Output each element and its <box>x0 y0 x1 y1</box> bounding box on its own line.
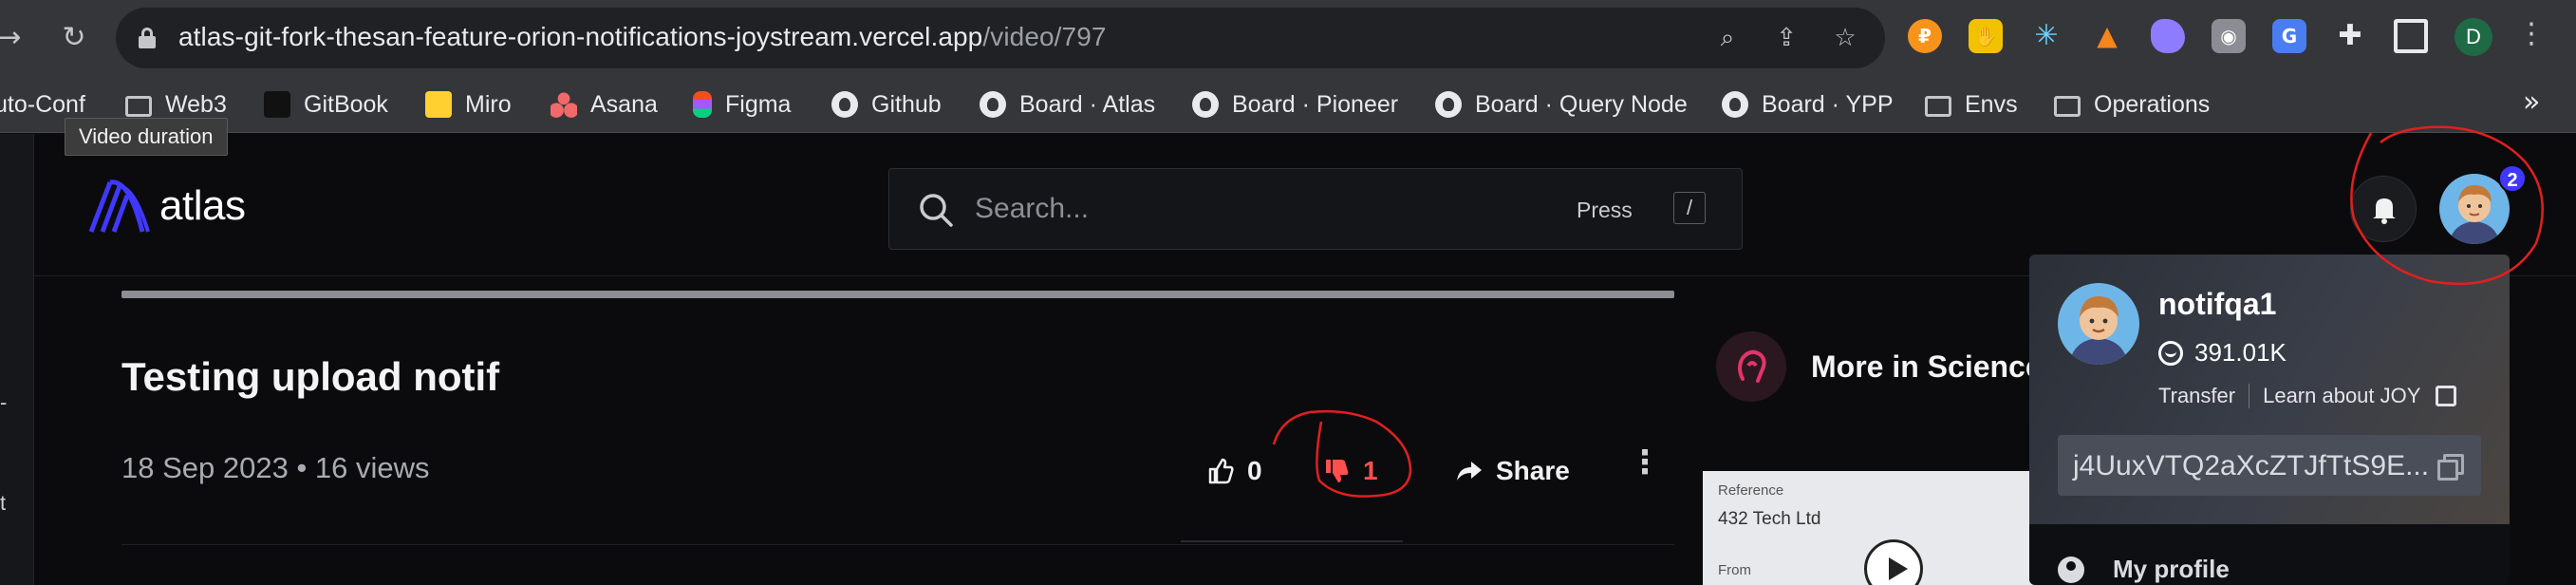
figma-icon <box>693 91 712 118</box>
bookmark-envs[interactable]: Envs <box>1925 89 2018 120</box>
transfer-link[interactable]: Transfer <box>2158 384 2235 408</box>
browser-toolbar: → ↻ atlas-git-fork-thesan-feature-orion-… <box>0 0 2576 76</box>
bookmark-figma[interactable]: Figma <box>693 89 791 120</box>
member-dropdown-header: notifqa1 391.01K Transfer Learn about JO… <box>2029 255 2510 524</box>
member-avatar <box>2058 283 2139 365</box>
logo-text: atlas <box>159 182 246 229</box>
share-page-icon[interactable]: ⇪ <box>1767 19 1805 57</box>
bookmark-miro[interactable]: Miro <box>425 89 512 120</box>
bookmark-asana[interactable]: Asana <box>551 89 658 120</box>
atlas-logo-icon <box>88 179 150 233</box>
address-bar[interactable]: atlas-git-fork-thesan-feature-orion-noti… <box>116 8 1885 68</box>
shortcut-key: / <box>1673 192 1706 224</box>
lock-icon[interactable] <box>139 28 156 48</box>
like-button[interactable]: 0 <box>1207 451 1262 491</box>
translate-extension-icon[interactable]: G <box>2272 19 2306 53</box>
asana-icon <box>551 91 577 118</box>
bookmark-board-pioneer[interactable]: Board · Pioneer <box>1192 89 1398 120</box>
folder-icon <box>1925 96 1951 117</box>
press-label: Press <box>1577 198 1633 222</box>
share-icon <box>1457 462 1482 481</box>
more-options-icon[interactable]: ⋮ <box>1629 443 1661 481</box>
bookmark-board-atlas[interactable]: Board · Atlas <box>980 89 1155 120</box>
bookmark-star-icon[interactable]: ☆ <box>1826 19 1864 57</box>
thumbs-up-icon <box>1208 458 1234 484</box>
divider <box>1181 540 1403 542</box>
github-icon <box>980 91 1006 118</box>
github-icon <box>1192 91 1219 118</box>
bookmark-operations[interactable]: Operations <box>2054 89 2210 120</box>
joy-balance: 391.01K <box>2158 338 2287 368</box>
video-progress-bar[interactable] <box>121 291 1674 298</box>
github-icon <box>1435 91 1462 118</box>
zoom-icon[interactable]: ⌕ <box>1708 19 1746 57</box>
metamask-fox-icon[interactable]: ▲ <box>2090 19 2124 53</box>
member-dropdown: notifqa1 391.01K Transfer Learn about JO… <box>2029 255 2510 585</box>
folder-icon <box>2054 96 2081 117</box>
gitbook-icon <box>264 91 290 118</box>
video-meta: 18 Sep 2023 • 16 views <box>121 451 430 484</box>
external-link-icon[interactable] <box>2436 386 2457 406</box>
github-icon <box>1722 91 1748 118</box>
forward-icon[interactable]: → <box>0 19 28 57</box>
reload-icon[interactable]: ↻ <box>55 19 93 57</box>
divider <box>121 544 1674 545</box>
menu-item-my-profile[interactable]: My profile <box>2058 555 2230 584</box>
tooltip: Video duration <box>65 118 228 156</box>
paw-extension-icon[interactable]: ₽ <box>1908 19 1942 53</box>
video-title: Testing upload notif <box>121 354 500 399</box>
sidepanel-icon[interactable] <box>2394 19 2428 53</box>
hand-extension-icon[interactable]: ✋ <box>1969 19 2003 53</box>
member-handle: notifqa1 <box>2158 287 2277 321</box>
bell-icon <box>2373 198 2396 224</box>
notifications-button[interactable] <box>2350 176 2417 242</box>
joy-token-icon <box>2158 340 2183 366</box>
folder-icon <box>125 96 152 117</box>
more-in-category-header[interactable]: More in Science <box>1716 331 2043 402</box>
share-button[interactable]: Share <box>1456 451 1570 491</box>
bookmark-board-query-node[interactable]: Board · Query Node <box>1435 89 1688 120</box>
url-text[interactable]: atlas-git-fork-thesan-feature-orion-noti… <box>178 22 1107 52</box>
miro-icon <box>425 91 452 118</box>
browser-menu-icon[interactable]: ⋮ <box>2517 17 2546 50</box>
bookmark-web3[interactable]: Web3 <box>125 89 227 120</box>
bookmark-gitbook[interactable]: GitBook <box>264 89 388 120</box>
dislike-button[interactable]: 1 <box>1323 451 1378 491</box>
search-bar[interactable]: Press / <box>888 168 1743 250</box>
browser-profile-avatar[interactable]: D <box>2455 18 2492 56</box>
bookmarks-overflow-button[interactable]: » <box>2523 85 2540 119</box>
bookmark-github[interactable]: Github <box>831 89 942 120</box>
bookmarks-bar: uto-Conf Web3 GitBook Miro Asana Figma G… <box>0 76 2576 133</box>
atlas-logo[interactable]: atlas <box>87 179 246 233</box>
member-address-field[interactable]: j4UuxVTQ2aXcZTJfTtS9E... <box>2058 435 2481 496</box>
whale-extension-icon[interactable] <box>2151 19 2185 53</box>
bookmark-auto-conf[interactable]: uto-Conf <box>0 89 85 120</box>
thumbs-down-icon <box>1326 460 1349 482</box>
copy-icon[interactable] <box>2437 454 2464 481</box>
member-links: Transfer Learn about JOY <box>2158 384 2457 408</box>
person-icon <box>2058 556 2084 583</box>
learn-about-joy-link[interactable]: Learn about JOY <box>2263 384 2420 408</box>
puzzle-extensions-icon[interactable]: ✚ <box>2333 19 2367 53</box>
play-icon[interactable] <box>1864 539 1923 585</box>
search-icon <box>920 194 953 227</box>
search-input[interactable] <box>975 188 1544 230</box>
camera-extension-icon[interactable]: ◉ <box>2212 19 2246 53</box>
notification-count-badge: 2 <box>2498 164 2527 193</box>
asterisk-extension-icon[interactable]: ✳ <box>2029 19 2063 53</box>
github-icon <box>831 91 858 118</box>
bookmark-board-ypp[interactable]: Board · YPP <box>1722 89 1894 120</box>
science-category-icon <box>1716 331 1786 402</box>
left-panel-edge: - t <box>0 134 34 585</box>
